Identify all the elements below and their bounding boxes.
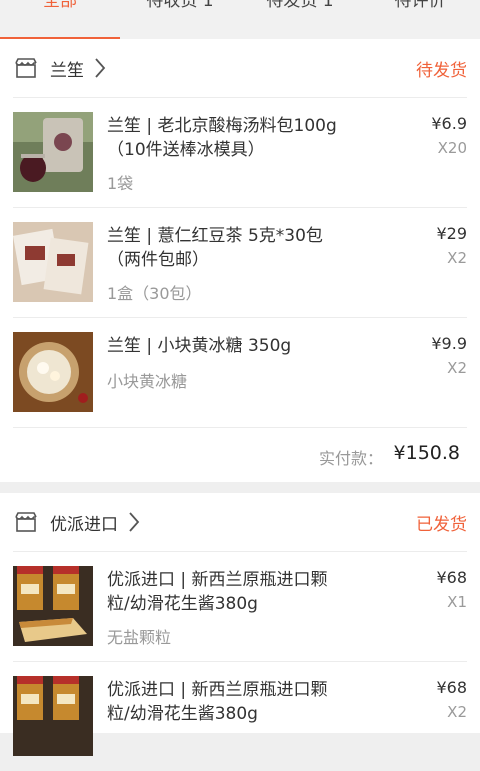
product-title: 兰笙 | 老北京酸梅汤料包100g（10件送棒冰模具）: [107, 116, 337, 160]
order-card: 优派进口 已发货 优派进口 | 新西兰原瓶进口颗粒/幼滑花生酱380g 无盐颗粒…: [0, 493, 480, 756]
chevron-right-icon: [129, 512, 140, 532]
paid-label: 实付款：: [318, 449, 383, 468]
product-image-plum-drink: [13, 112, 93, 192]
order-item[interactable]: 兰笙 | 薏仁红豆茶 5克*30包（两件包邮） 1盒（30包） ¥29 X2: [13, 208, 467, 318]
product-price: ¥9.9: [431, 334, 467, 353]
product-qty: X20: [437, 139, 467, 157]
order-footer: 实付款： ¥150.8: [13, 428, 467, 482]
tab-to-review[interactable]: 待评价: [360, 0, 480, 39]
product-image-rock-sugar: [13, 332, 93, 412]
shop-header[interactable]: 优派进口 已发货: [13, 493, 467, 552]
tab-to-ship[interactable]: 待发货 1: [240, 0, 360, 39]
tab-to-receive[interactable]: 待收货 1: [120, 0, 240, 39]
product-spec: 无盐颗粒: [107, 628, 172, 647]
shop-icon: [15, 58, 37, 78]
order-status: 待发货: [416, 60, 467, 81]
order-tabs: 全部 待收货 1 待发货 1 待评价: [0, 0, 480, 40]
order-item[interactable]: 优派进口 | 新西兰原瓶进口颗粒/幼滑花生酱380g ¥68 X2: [13, 662, 467, 771]
shop-name: 兰笙: [50, 60, 84, 81]
product-spec: 小块黄冰糖: [107, 372, 188, 391]
product-qty: X2: [447, 703, 467, 721]
product-qty: X2: [447, 359, 467, 377]
shop-name: 优派进口: [50, 514, 118, 535]
order-item[interactable]: 兰笙 | 老北京酸梅汤料包100g（10件送棒冰模具） 1袋 ¥6.9 X20: [13, 98, 467, 208]
shop-icon: [15, 512, 37, 532]
shop-header[interactable]: 兰笙 待发货: [13, 39, 467, 98]
product-price: ¥29: [436, 224, 467, 243]
product-qty: X2: [447, 249, 467, 267]
product-spec: 1袋: [107, 174, 134, 193]
product-image-peanut-butter: [13, 676, 93, 756]
product-price: ¥6.9: [431, 114, 467, 133]
product-price: ¥68: [436, 568, 467, 587]
product-image-redbean-tea: [13, 222, 93, 302]
product-title: 优派进口 | 新西兰原瓶进口颗粒/幼滑花生酱380g: [107, 680, 328, 724]
product-title: 兰笙 | 小块黄冰糖 350g: [107, 336, 292, 356]
chevron-right-icon: [95, 58, 106, 78]
product-spec: 1盒（30包）: [107, 284, 202, 303]
order-item[interactable]: 兰笙 | 小块黄冰糖 350g 小块黄冰糖 ¥9.9 X2: [13, 318, 467, 428]
tab-all[interactable]: 全部: [0, 0, 120, 40]
order-card: 兰笙 待发货 兰笙 | 老北京酸梅汤料包100g（10件送棒冰模具） 1袋 ¥6…: [0, 39, 480, 482]
product-price: ¥68: [436, 678, 467, 697]
order-status: 已发货: [416, 514, 467, 535]
product-image-peanut-butter: [13, 566, 93, 646]
product-title: 优派进口 | 新西兰原瓶进口颗粒/幼滑花生酱380g: [107, 570, 328, 614]
product-qty: X1: [447, 593, 467, 611]
product-title: 兰笙 | 薏仁红豆茶 5克*30包（两件包邮）: [107, 226, 323, 270]
paid-amount: ¥150.8: [393, 442, 460, 464]
order-item[interactable]: 优派进口 | 新西兰原瓶进口颗粒/幼滑花生酱380g 无盐颗粒 ¥68 X1: [13, 552, 467, 662]
